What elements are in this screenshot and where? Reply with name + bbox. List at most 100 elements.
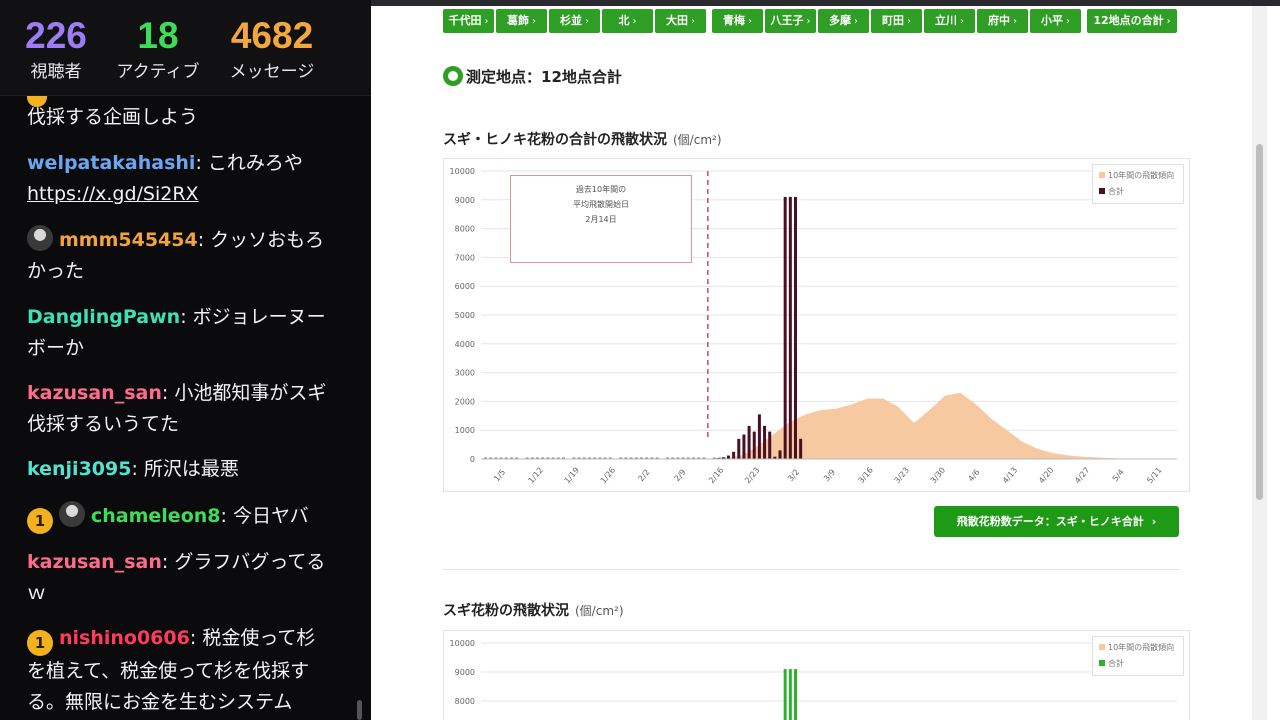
chat-message: kazusan_san: グラフバグってるｗ (27, 551, 326, 604)
tab-6[interactable]: 青梅 › (712, 9, 763, 33)
chat-text: 所沢は最悪 (143, 458, 239, 480)
section-divider (443, 569, 1180, 570)
tab-label: 町田 (882, 14, 904, 27)
bar-total (726, 455, 730, 459)
x-tick-label: 1/26 (599, 466, 617, 486)
bar-total (788, 196, 792, 460)
message-count: 4682 (230, 15, 314, 56)
bar-total (799, 438, 803, 459)
message-label: メッセージ (229, 62, 315, 82)
x-tick-label: 1/19 (563, 466, 581, 486)
chevron-right-icon: › (1151, 515, 1157, 528)
bar-total (793, 669, 797, 720)
bar-total (732, 451, 736, 459)
y-tick-label: 8000 (455, 697, 475, 706)
viewer-stat: 226 視聴者 (22, 14, 90, 83)
y-tick-label: 10000 (450, 167, 475, 176)
chevron-right-icon: › (1166, 16, 1171, 27)
x-tick-label: 2/16 (707, 466, 725, 486)
tab-12[interactable]: 小平 › (1030, 9, 1081, 33)
chat-message: mmm545454: クッソおもろかった (27, 225, 332, 287)
bar-total (783, 196, 787, 460)
chat-text: これみろや (207, 152, 303, 174)
y-tick-label: 0 (470, 455, 475, 464)
chevron-right-icon: › (484, 16, 489, 27)
location-heading: 測定地点：12地点合計 (443, 66, 622, 87)
tab-11[interactable]: 府中 › (977, 9, 1028, 33)
chat-username[interactable]: mmm545454 (59, 229, 198, 251)
chevron-right-icon: › (1066, 16, 1070, 27)
tab-label: 府中 (988, 14, 1010, 27)
pollen-web-page: 千代田 › 葛飾 › 杉並 › 北 › 大田 › 青梅 › 八王子 › 多摩 › 町田 › 立川 › 府中 › 小平 › 12地… (371, 0, 1252, 720)
chat-link[interactable]: https://x.gd/Si2RX (27, 183, 199, 205)
chat-username[interactable]: kazusan_san (27, 551, 162, 573)
tab-3[interactable]: 杉並 › (549, 9, 600, 33)
y-tick-label: 2000 (455, 397, 475, 406)
chat-message: 1 chameleon8: 今日ヤバ (27, 501, 332, 534)
chevron-right-icon: › (854, 16, 858, 27)
bar-total (752, 431, 756, 459)
active-stat: 18 アクティブ (108, 14, 208, 83)
active-label: アクティブ (116, 62, 200, 82)
active-count: 18 (137, 15, 179, 56)
pollen-data-button[interactable]: 飛散花粉数データ：スギ・ヒノキ合計 › (934, 506, 1179, 537)
x-tick-label: 4/13 (1001, 466, 1019, 486)
page-scrollbar[interactable] (1252, 6, 1267, 720)
tab-label: 立川 (935, 14, 957, 27)
bar-total (747, 425, 751, 459)
tab-8[interactable]: 多摩 › (818, 9, 869, 33)
chat-username[interactable]: kenji3095 (27, 458, 131, 480)
chat-scrollbar[interactable] (357, 700, 362, 720)
tab-13[interactable]: 12地点の合計 › (1087, 9, 1177, 33)
x-tick-label: 1/12 (527, 466, 545, 486)
y-tick-label: 10000 (450, 639, 475, 648)
stream-chat-panel: 226 視聴者 18 アクティブ 4682 メッセージ 伐採する企画しよう we… (0, 0, 371, 720)
message-stat: 4682 メッセージ (222, 14, 322, 83)
tab-7[interactable]: 八王子 › (765, 9, 816, 33)
bar-total (793, 196, 797, 460)
tab-10[interactable]: 立川 › (924, 9, 975, 33)
tab-5[interactable]: 大田 › (655, 9, 706, 33)
bar-total (757, 414, 761, 459)
chart1-legend: 10年間の飛散傾向 合計 (1092, 164, 1184, 204)
x-tick-label: 2/2 (636, 468, 651, 484)
chat-username[interactable]: nishino0606 (59, 627, 190, 649)
y-tick-label: 9000 (455, 668, 475, 677)
chat-text: 伐採する企画しよう (27, 106, 199, 128)
viewer-count: 226 (25, 15, 87, 56)
chevron-right-icon: › (585, 16, 589, 27)
chevron-right-icon: › (632, 16, 637, 27)
tab-4[interactable]: 北 › (602, 9, 653, 33)
page-scrollbar-thumb[interactable] (1256, 144, 1263, 500)
annotation-line: 平均飛散開始日 (573, 200, 629, 209)
stream-stats-bar: 226 視聴者 18 アクティブ 4682 メッセージ (0, 0, 371, 96)
x-tick-label: 4/27 (1073, 466, 1091, 486)
chat-username[interactable]: chameleon8 (91, 505, 221, 527)
chart2-svg: 8000 9000 10000 (450, 639, 1177, 720)
chat-message: welpatakahashi: これみろや https://x.gd/Si2RX (27, 152, 303, 205)
tab-2[interactable]: 葛飾 › (496, 9, 547, 33)
circle-marker-icon (443, 66, 463, 86)
chat-username[interactable]: kazusan_san (27, 382, 162, 404)
chart2-legend: 10年間の飛散傾向 合計 (1092, 636, 1184, 676)
chat-message: kazusan_san: 小池都知事がスギ伐採するいうてた (27, 382, 327, 435)
x-tick-label: 3/2 (786, 468, 801, 484)
legend-item-total: 合計 (1099, 656, 1177, 672)
chart2-unit: (個/cm²) (575, 604, 624, 618)
average-start-annotation: 過去10年間の 平均飛散開始日 2月14日 (510, 175, 692, 263)
y-tick-label: 1000 (455, 426, 475, 435)
x-tick-label: 4/20 (1037, 466, 1055, 486)
bar-total (768, 431, 772, 459)
chat-message-list: 伐採する企画しよう welpatakahashi: これみろや https://… (27, 96, 332, 720)
x-tick-label: 3/30 (929, 466, 947, 486)
chat-message: DanglingPawn: ボジョレーヌーボーか (27, 306, 326, 359)
tab-1[interactable]: 千代田 › (443, 9, 494, 33)
avatar-icon (27, 225, 53, 251)
chat-username[interactable]: welpatakahashi (27, 152, 195, 174)
y-tick-label: 3000 (455, 369, 475, 378)
tab-9[interactable]: 町田 › (871, 9, 922, 33)
location-title: 測定地点：12地点合計 (466, 68, 622, 86)
chat-username[interactable]: DanglingPawn (27, 306, 180, 328)
chevron-right-icon: › (1013, 16, 1017, 27)
chevron-right-icon: › (960, 16, 964, 27)
